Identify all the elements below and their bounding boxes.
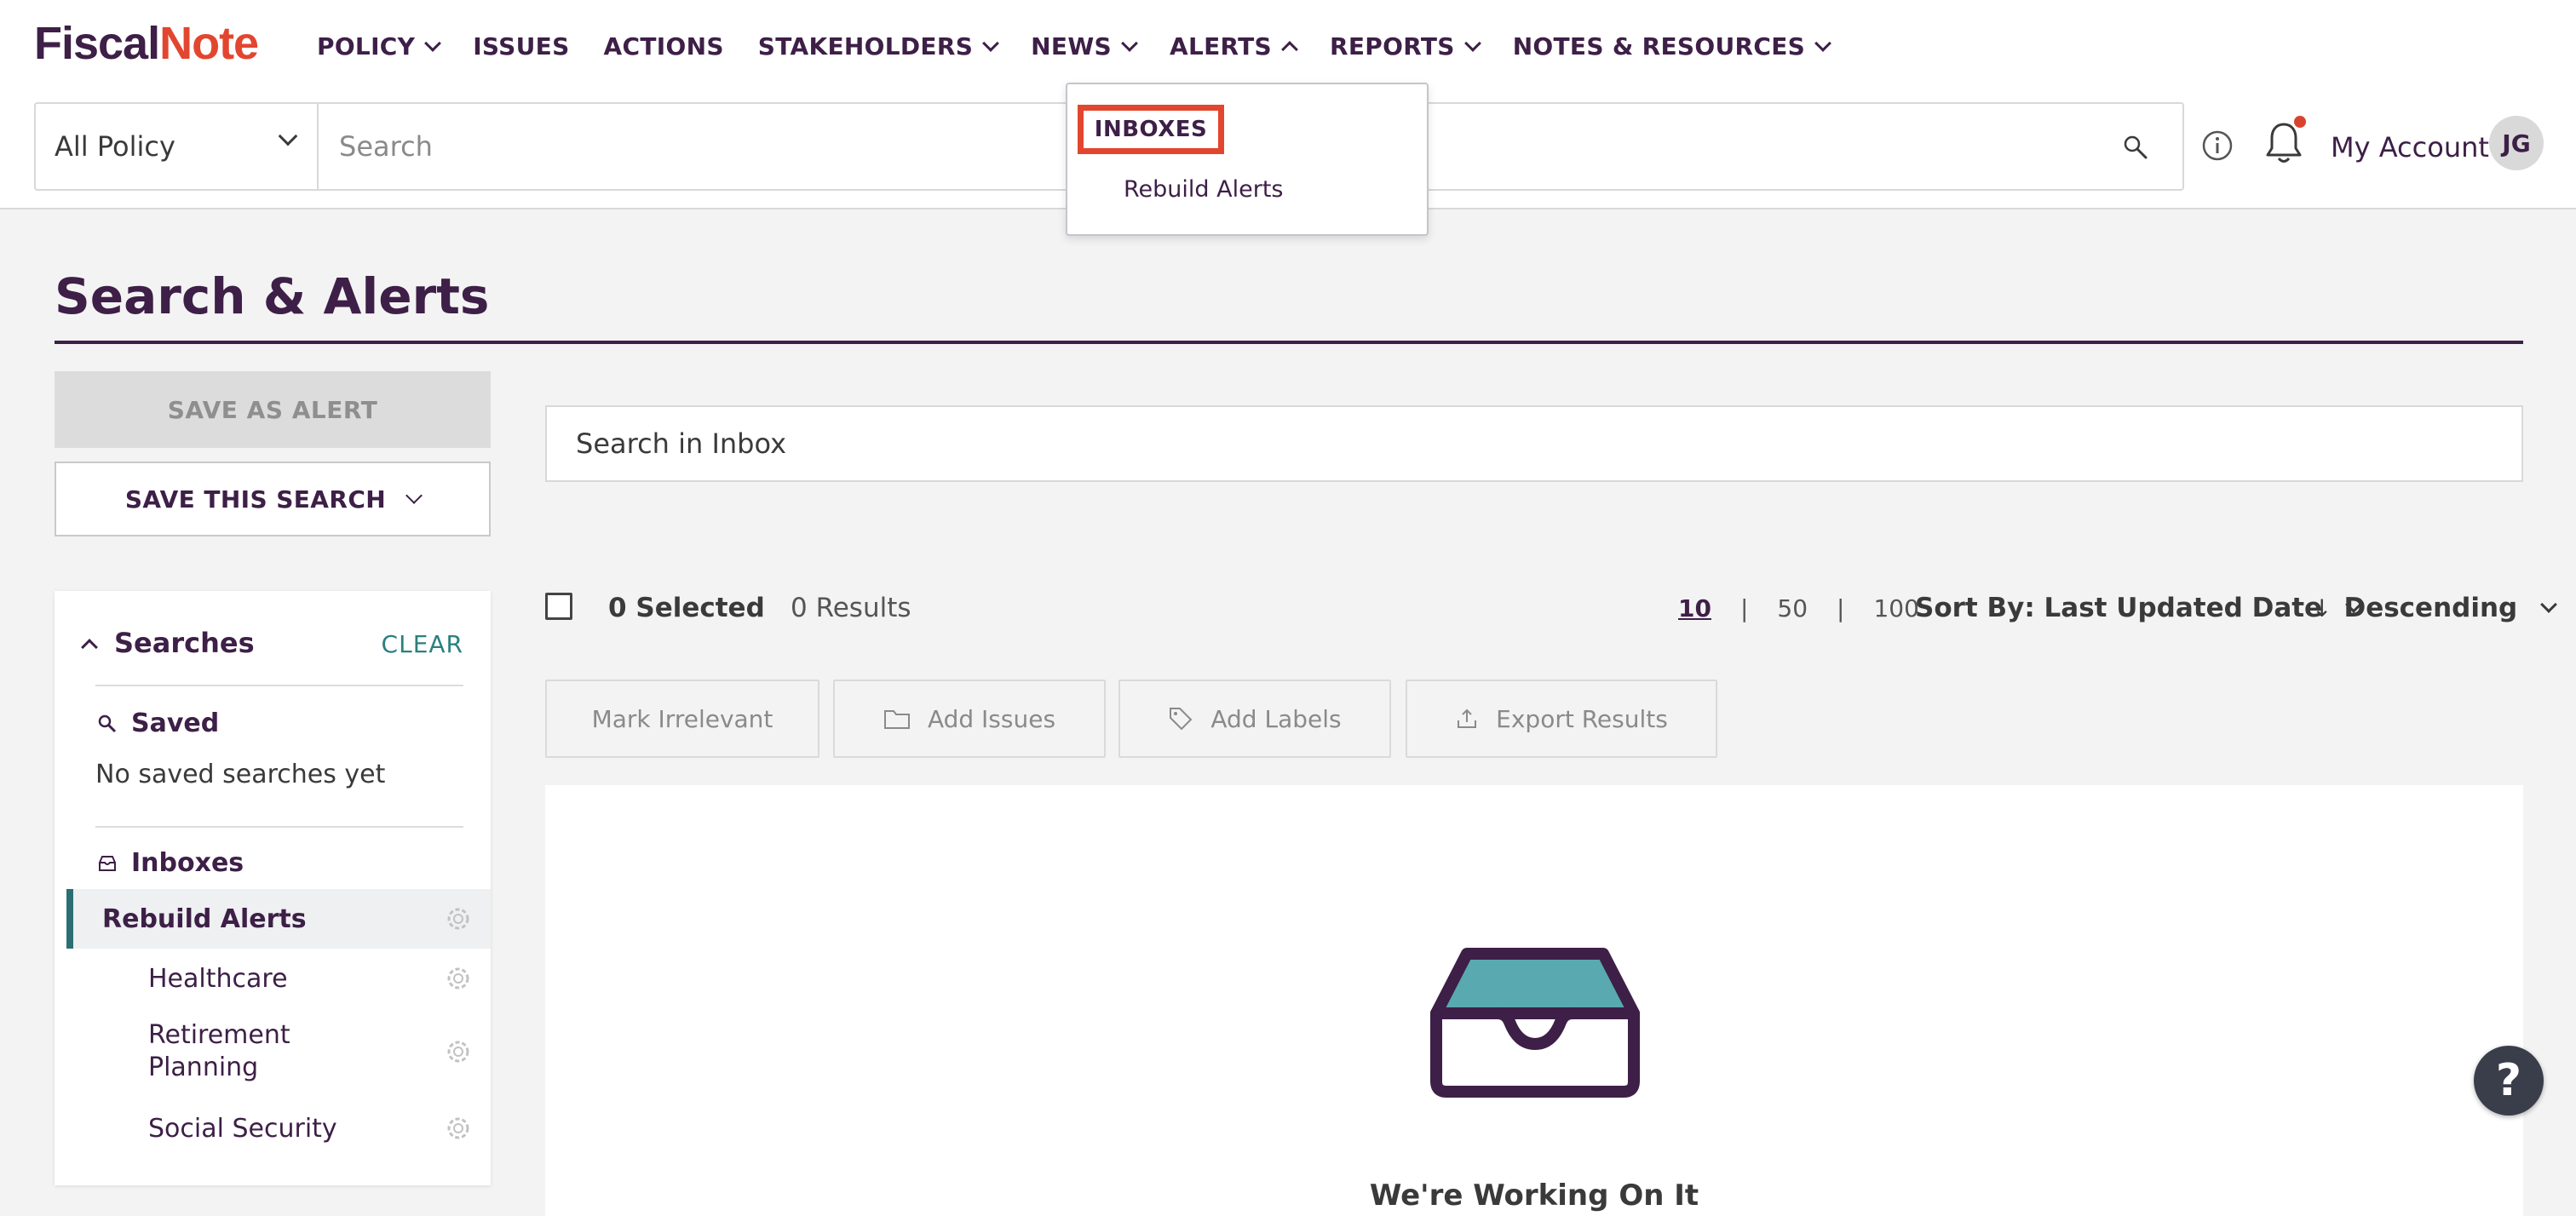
gear-icon[interactable] [443,903,474,934]
nav-stakeholders[interactable]: STAKEHOLDERS [758,32,1000,60]
alerts-dropdown-menu: INBOXES Rebuild Alerts [1066,83,1429,236]
search-icon[interactable] [2123,135,2148,160]
inbox-item-social-security[interactable]: Social Security [66,1098,491,1158]
searches-panel: Searches CLEAR Saved No saved searches y… [55,591,491,1185]
export-icon [1458,708,1477,728]
chevron-down-icon [982,34,1000,52]
page-size-100[interactable]: 100 [1873,594,1918,622]
avatar[interactable]: JG [2489,116,2544,170]
select-all-checkbox[interactable] [545,593,572,620]
page-size-selector: 10 | 50 | 100 [1678,594,1919,622]
searches-toggle[interactable]: Searches [80,627,255,659]
chevron-down-icon [1463,34,1481,52]
chevron-down-icon [424,34,442,52]
sort-by-dropdown[interactable]: Sort By: Last Updated Date [1915,593,2362,623]
inbox-search-box [545,405,2523,482]
sort-order-dropdown[interactable]: ↓ Descending [2312,593,2558,623]
my-account-link[interactable]: My Account [2331,131,2489,163]
results-count: 0 Results [791,593,911,623]
tag-icon [1170,708,1193,731]
folder-icon [883,710,910,729]
separator: | [1837,594,1845,622]
inbox-item-healthcare[interactable]: Healthcare [66,949,491,1008]
nav-alerts[interactable]: ALERTS [1170,32,1298,60]
inboxes-section-header: Inboxes [97,848,244,878]
results-area: We're Working On It [545,785,2523,1216]
divider [95,826,463,828]
nav-notes-resources[interactable]: NOTES & RESOURCES [1513,32,1832,60]
nav-actions[interactable]: ACTIONS [604,32,724,60]
title-divider [55,341,2523,344]
chevron-down-icon [405,487,423,504]
add-issues-button[interactable]: Add Issues [833,680,1106,758]
add-labels-button[interactable]: Add Labels [1118,680,1391,758]
empty-state-title: We're Working On It [1369,1179,1699,1213]
search-scope-select[interactable]: All Policy [34,102,319,191]
inbox-search-input[interactable] [547,407,2521,480]
chevron-down-icon [1814,34,1832,52]
separator: | [1739,594,1749,622]
gear-icon[interactable] [443,963,474,994]
help-button[interactable]: ? [2474,1046,2544,1116]
chevron-down-icon [278,126,298,146]
export-results-button[interactable]: Export Results [1406,680,1717,758]
gear-icon[interactable] [443,1036,474,1067]
page-size-10[interactable]: 10 [1678,594,1711,622]
arrow-down-icon: ↓ [2312,594,2332,622]
empty-inbox-icon [1430,948,1640,1098]
clear-button[interactable]: CLEAR [382,630,463,658]
save-as-alert-button[interactable]: SAVE AS ALERT [55,371,491,448]
gear-icon[interactable] [443,1113,474,1144]
mark-irrelevant-button[interactable]: Mark Irrelevant [545,680,819,758]
dropdown-item-rebuild-alerts[interactable]: Rebuild Alerts [1124,176,1283,203]
chevron-down-icon [1121,34,1138,52]
fiscalnote-logo[interactable]: FiscalNote [34,17,259,70]
inbox-icon [99,855,116,871]
save-this-search-button[interactable]: SAVE THIS SEARCH [55,462,491,536]
nav-issues[interactable]: ISSUES [473,32,569,60]
nav-reports[interactable]: REPORTS [1330,32,1481,60]
page-size-50[interactable]: 50 [1777,594,1808,622]
divider [95,685,463,686]
main-nav: POLICY ISSUES ACTIONS STAKEHOLDERS NEWS … [317,32,1863,60]
nav-news[interactable]: NEWS [1031,32,1138,60]
chevron-up-icon [1281,40,1298,58]
saved-empty-text: No saved searches yet [95,760,386,789]
chevron-down-icon [2540,596,2558,613]
dropdown-header-inboxes: INBOXES [1078,105,1224,154]
selected-count: 0 Selected [608,593,765,623]
chevron-up-icon [81,639,98,656]
page-title: Search & Alerts [55,267,490,325]
saved-section-header: Saved [97,708,219,738]
search-icon [98,714,117,732]
inbox-item-rebuild-alerts[interactable]: Rebuild Alerts [66,889,491,949]
notification-dot [2294,116,2306,128]
inbox-item-retirement-planning[interactable]: Retirement Planning [66,1013,491,1090]
info-icon[interactable] [2201,129,2234,162]
nav-policy[interactable]: POLICY [317,32,442,60]
